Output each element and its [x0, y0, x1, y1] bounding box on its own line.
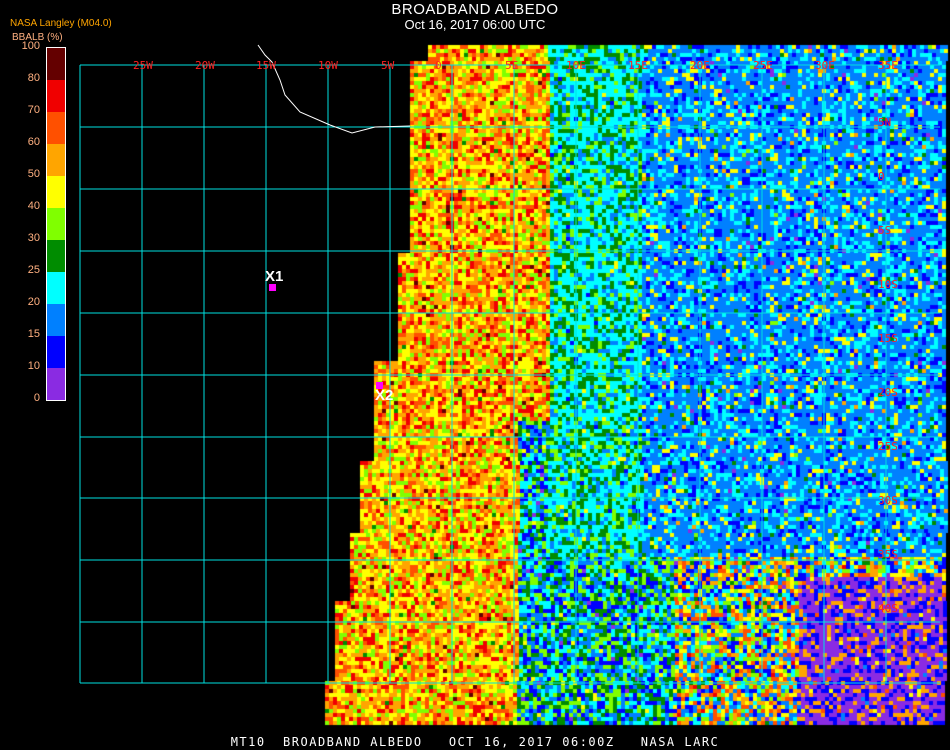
latitude-label: 25S — [878, 440, 898, 453]
color-scale-segment — [47, 336, 65, 368]
color-scale-bar — [46, 47, 66, 401]
color-scale-tick: 40 — [27, 200, 40, 212]
satellite-image-viewer: BROADBAND ALBEDO Oct 16, 2017 06:00 UTC … — [0, 0, 950, 750]
color-scale-segment — [47, 272, 65, 304]
latitude-label: 20S — [878, 386, 898, 399]
longitude-label: 20E — [690, 59, 710, 72]
color-scale-tick: 15 — [27, 328, 40, 340]
color-scale-segment — [47, 144, 65, 176]
map-datetime: Oct 16, 2017 06:00 UTC — [404, 17, 546, 32]
color-scale-segment — [47, 368, 65, 400]
color-scale-tick: 50 — [27, 168, 40, 180]
color-scale-tick: 80 — [27, 72, 40, 84]
color-scale-segment — [47, 48, 65, 80]
longitude-label: 25E — [753, 59, 773, 72]
map-title: BROADBAND ALBEDO — [391, 1, 559, 18]
color-scale-tick: 0 — [33, 392, 40, 404]
longitude-label: 30E — [815, 59, 835, 72]
color-scale-tick: 60 — [27, 136, 40, 148]
color-scale-segment — [47, 176, 65, 208]
lat-lon-grid — [79, 44, 940, 684]
longitude-label: 25W — [133, 59, 153, 72]
color-scale-segment — [47, 112, 65, 144]
color-scale-tick: 100 — [21, 40, 40, 52]
color-scale-segment — [47, 80, 65, 112]
marker-x2-label: X2 — [375, 387, 394, 404]
longitude-label: 15W — [256, 59, 276, 72]
latitude-label: 40S — [878, 602, 898, 615]
longitude-label: 5W — [381, 59, 395, 72]
latitude-label: 35S — [878, 548, 898, 561]
color-scale-tick: 30 — [27, 232, 40, 244]
color-scale-segment — [47, 208, 65, 240]
color-scale-tick: 70 — [27, 104, 40, 116]
latitude-label: 5S — [878, 224, 892, 237]
color-scale-tick: 25 — [27, 264, 40, 276]
color-scale-segment — [47, 304, 65, 336]
longitude-label: 0 — [435, 59, 442, 72]
latitude-label: 10S — [878, 278, 898, 291]
color-scale-tick: 20 — [27, 296, 40, 308]
longitude-label: 10E — [566, 59, 586, 72]
marker-x1-point[interactable] — [269, 284, 276, 291]
longitude-label: 5E — [505, 59, 519, 72]
legend-source: NASA Langley (M04.0) — [10, 18, 112, 29]
color-scale-segment — [47, 240, 65, 272]
longitude-label: 20W — [195, 59, 215, 72]
latitude-label: 15S — [878, 332, 898, 345]
color-scale-tick: 10 — [27, 360, 40, 372]
longitude-label: 15E — [628, 59, 648, 72]
latitude-label: 30S — [878, 494, 898, 507]
longitude-label: 10W — [318, 59, 338, 72]
latitude-label: 5N — [878, 116, 892, 129]
footer-caption: MT10 BROADBAND ALBEDO OCT 16, 2017 06:00… — [230, 735, 720, 749]
longitude-label: 35E — [878, 59, 898, 72]
latitude-label: 0 — [878, 170, 885, 183]
marker-x1-label: X1 — [265, 268, 284, 285]
